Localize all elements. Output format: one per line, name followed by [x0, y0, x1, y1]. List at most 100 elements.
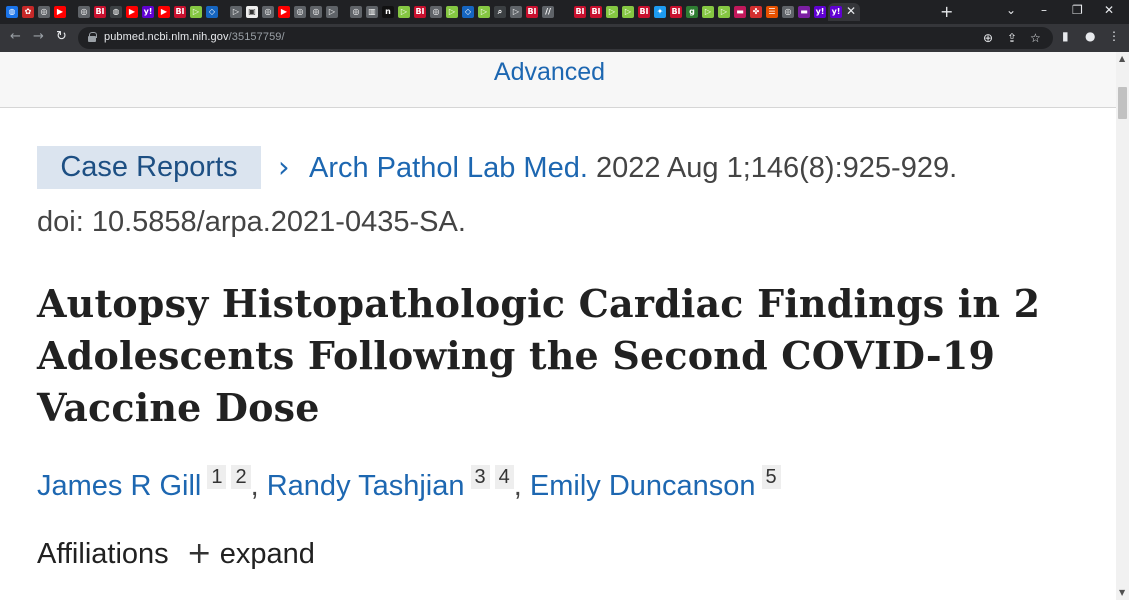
browser-tab[interactable]: ▶: [156, 3, 172, 21]
browser-tab[interactable]: ▶: [52, 3, 68, 21]
rumble-favicon-icon: ▷: [622, 6, 634, 18]
browser-tab[interactable]: BI: [172, 3, 188, 21]
browser-tab[interactable]: ▷: [188, 3, 204, 21]
citation-details: 2022 Aug 1;146(8):925-929.: [587, 152, 958, 184]
browser-tab[interactable]: ▷: [716, 3, 732, 21]
browser-tab[interactable]: ▷: [324, 3, 340, 21]
browser-tab[interactable]: ◇: [460, 3, 476, 21]
bookmark-star-icon[interactable]: ☆: [1030, 31, 1041, 45]
address-bar[interactable]: pubmed.ncbi.nlm.nih.gov/35157759/ ⊕ ⇪ ☆: [78, 27, 1053, 49]
profile-icon[interactable]: ●: [1085, 29, 1095, 43]
url-text[interactable]: pubmed.ncbi.nlm.nih.gov/35157759/: [104, 31, 285, 43]
browser-tab[interactable]: ▷: [444, 3, 460, 21]
browser-tab[interactable]: ▬: [796, 3, 812, 21]
browser-tab[interactable]: BI: [524, 3, 540, 21]
browser-tab[interactable]: ▶: [124, 3, 140, 21]
browser-tab[interactable]: ▥: [364, 3, 380, 21]
browser-tab[interactable]: ☰: [764, 3, 780, 21]
browser-tab[interactable]: ▷: [228, 3, 244, 21]
browser-tab[interactable]: ◎: [292, 3, 308, 21]
browser-tab[interactable]: ▷: [620, 3, 636, 21]
affiliation-number-button[interactable]: 2: [231, 465, 251, 489]
browser-tab[interactable]: ◇: [204, 3, 220, 21]
browser-tab[interactable]: ◍: [4, 3, 20, 21]
browser-tab[interactable]: BI: [572, 3, 588, 21]
browser-tab[interactable]: ◎: [308, 3, 324, 21]
browser-tab[interactable]: BI: [588, 3, 604, 21]
browser-tab[interactable]: ✦: [652, 3, 668, 21]
browser-tab[interactable]: n: [380, 3, 396, 21]
business-insider-favicon-icon: BI: [670, 6, 682, 18]
tab-search-dropdown-icon[interactable]: ⌄: [1006, 3, 1016, 17]
openai-favicon-icon: ◎: [262, 6, 274, 18]
author-separator: ,: [513, 470, 530, 502]
new-tab-button[interactable]: +: [940, 2, 953, 21]
affiliation-number-button[interactable]: 1: [207, 465, 227, 489]
browser-tab[interactable]: ◎: [348, 3, 364, 21]
back-button[interactable]: ←: [10, 29, 21, 44]
share-icon[interactable]: ⇪: [1007, 31, 1017, 45]
browser-tab[interactable]: ▣: [244, 3, 260, 21]
author-link[interactable]: Emily Duncanson: [530, 470, 756, 502]
affiliation-number-button[interactable]: 3: [470, 465, 490, 489]
browser-tab[interactable]: ▷: [508, 3, 524, 21]
browser-tab[interactable]: ▬: [732, 3, 748, 21]
poker-chip-favicon-icon: ✿: [22, 6, 34, 18]
browser-menu-icon[interactable]: ⋮: [1108, 29, 1120, 43]
browser-tab[interactable]: ▷: [700, 3, 716, 21]
youtube-favicon-icon: ▶: [126, 6, 138, 18]
search-favicon-icon: ⌕: [494, 6, 506, 18]
browser-tab[interactable]: ✿: [20, 3, 36, 21]
browser-tab[interactable]: ◍: [108, 3, 124, 21]
zoom-icon[interactable]: ⊕: [983, 31, 993, 45]
maximize-button[interactable]: ❐: [1072, 3, 1083, 17]
browser-tab[interactable]: ▶: [276, 3, 292, 21]
browser-tab[interactable]: ◎: [76, 3, 92, 21]
browser-tab[interactable]: ⌕: [492, 3, 508, 21]
twitter-favicon-icon: ✦: [654, 6, 666, 18]
close-tab-icon[interactable]: ✕: [846, 4, 856, 18]
browser-tab[interactable]: ◎: [36, 3, 52, 21]
browser-tab[interactable]: ◎: [780, 3, 796, 21]
advanced-search-link[interactable]: Advanced: [0, 58, 1099, 87]
author-link[interactable]: James R Gill: [37, 470, 201, 502]
journal-link[interactable]: Arch Pathol Lab Med.: [309, 152, 588, 184]
minimize-button[interactable]: –: [1041, 3, 1047, 17]
page-scrollbar[interactable]: ▲ ▼: [1116, 52, 1129, 600]
affiliations-toggle[interactable]: Affiliations + expand: [37, 534, 315, 574]
business-insider-favicon-icon: BI: [414, 6, 426, 18]
forward-button[interactable]: →: [33, 29, 44, 44]
browser-tab[interactable]: ✤: [748, 3, 764, 21]
yahoo-favicon-icon: y!: [142, 6, 154, 18]
reload-button[interactable]: ↻: [56, 29, 67, 44]
browser-tab[interactable]: ◎: [428, 3, 444, 21]
plus-icon[interactable]: +: [187, 536, 212, 571]
browser-tab[interactable]: ▷: [396, 3, 412, 21]
affiliation-number-button[interactable]: 5: [761, 465, 781, 489]
scroll-down-arrow-icon[interactable]: ▼: [1119, 588, 1125, 597]
publication-type-badge[interactable]: Case Reports: [37, 146, 261, 189]
browser-tab[interactable]: BI: [92, 3, 108, 21]
browser-tab[interactable]: y!: [140, 3, 156, 21]
affiliation-number-button[interactable]: 4: [494, 465, 514, 489]
browser-tab[interactable]: BI: [636, 3, 652, 21]
browser-tab[interactable]: ◎: [260, 3, 276, 21]
browser-tab[interactable]: y!: [812, 3, 828, 21]
author-link[interactable]: Randy Tashjian: [267, 470, 465, 502]
browser-tab[interactable]: g: [684, 3, 700, 21]
expand-label[interactable]: expand: [220, 538, 315, 570]
openai-favicon-icon: ◎: [430, 6, 442, 18]
active-browser-tab[interactable]: y! ✕: [828, 3, 860, 21]
browser-tab[interactable]: ▷: [476, 3, 492, 21]
close-window-button[interactable]: ✕: [1104, 3, 1114, 17]
scroll-up-arrow-icon[interactable]: ▲: [1119, 54, 1125, 63]
chevron-right-icon[interactable]: ›: [278, 149, 290, 185]
browser-tab[interactable]: //: [540, 3, 556, 21]
browser-tab[interactable]: BI: [668, 3, 684, 21]
browser-tab[interactable]: ▷: [604, 3, 620, 21]
side-panel-icon[interactable]: ▮: [1062, 29, 1069, 43]
scrollbar-thumb[interactable]: [1118, 87, 1127, 119]
browser-tab[interactable]: BI: [412, 3, 428, 21]
flag-favicon-icon: ▬: [798, 6, 810, 18]
lock-icon[interactable]: [88, 32, 97, 42]
